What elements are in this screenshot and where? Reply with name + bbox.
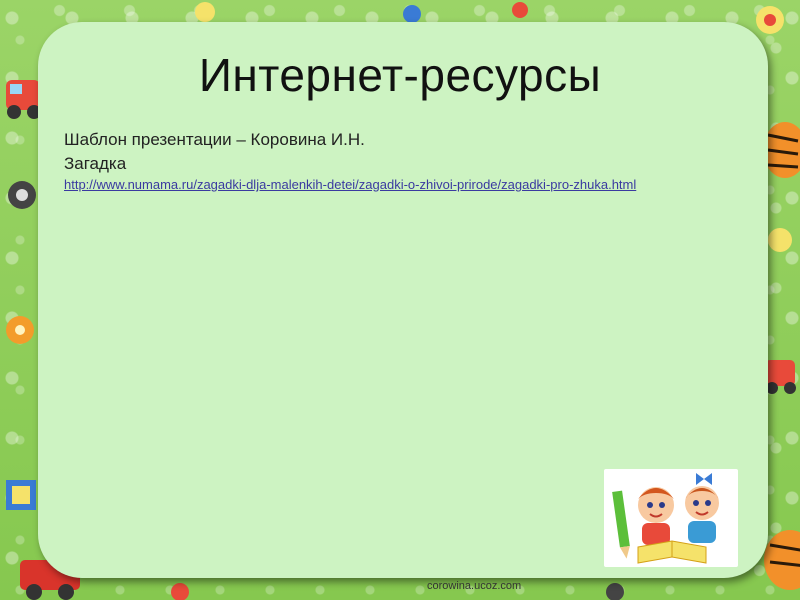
template-credit-line: Шаблон презентации – Коровина И.Н. <box>64 130 365 149</box>
toy-block-icon <box>6 480 36 510</box>
source-link[interactable]: http://www.numama.ru/zagadki-dlja-malenk… <box>64 176 736 194</box>
footer-site-credit: corowina.ucoz.com <box>427 580 522 592</box>
toy-car-right-icon <box>765 228 796 394</box>
slide-content: Шаблон презентации – Коровина И.Н. Загад… <box>64 128 744 194</box>
toy-wheel-icon <box>8 181 36 209</box>
toy-ball-icon <box>6 316 34 344</box>
slide-title: Интернет-ресурсы <box>198 49 602 101</box>
children-reading-illustration <box>604 469 738 567</box>
slide: Интернет-ресурсы Шаблон презентации – Ко… <box>0 0 800 600</box>
toy-tiger-icon <box>763 122 800 590</box>
riddle-line: Загадка <box>64 154 127 173</box>
toy-bottom-icon <box>171 583 624 600</box>
